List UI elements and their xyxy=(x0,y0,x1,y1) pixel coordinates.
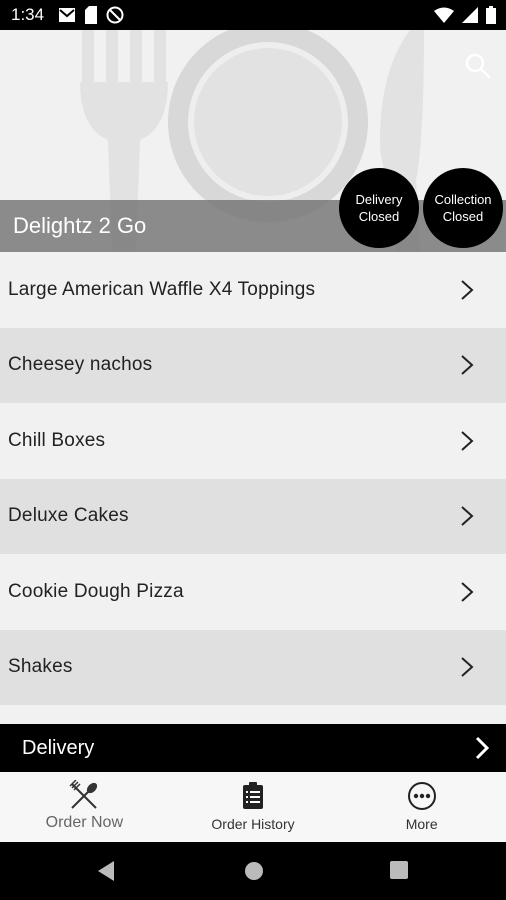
menu-item[interactable]: Chill Boxes xyxy=(0,403,506,479)
tab-label: More xyxy=(405,816,438,832)
chevron-right-icon xyxy=(461,657,474,677)
status-bar: 1:34 xyxy=(0,0,506,30)
search-icon xyxy=(465,53,491,79)
system-nav-bar xyxy=(0,842,506,900)
menu-item[interactable]: Shakes xyxy=(0,629,506,705)
chevron-right-icon xyxy=(461,506,474,526)
tab-label: Order Now xyxy=(45,814,124,831)
clipboard-icon xyxy=(243,782,263,809)
battery-icon xyxy=(486,6,496,24)
recents-icon[interactable] xyxy=(389,860,409,880)
delivery-mode-label: Delivery xyxy=(22,737,95,759)
cutlery-icon xyxy=(69,780,98,809)
menu-item[interactable]: Cheesey nachos xyxy=(0,327,506,403)
menu-item-label: Shakes xyxy=(8,656,73,678)
collection-status-badge: Collection Closed xyxy=(423,168,503,248)
chevron-right-icon xyxy=(461,582,474,602)
menu-item-label: Large American Waffle X4 Toppings xyxy=(8,278,316,300)
chevron-right-icon xyxy=(461,280,474,300)
menu-item-label: Cookie Dough Pizza xyxy=(8,580,184,602)
menu-item[interactable]: Deluxe Cakes xyxy=(0,478,506,554)
delivery-status-line1: Delivery xyxy=(355,192,403,207)
wifi-icon xyxy=(434,7,454,23)
collection-status-line1: Collection xyxy=(434,192,492,207)
delivery-status-line2: Closed xyxy=(358,209,400,224)
restaurant-header: Delightz 2 Go Delivery Closed Collection… xyxy=(0,30,506,252)
search-button[interactable] xyxy=(464,52,492,80)
signal-icon xyxy=(462,7,478,23)
menu-item[interactable]: Large American Waffle X4 Toppings xyxy=(0,252,506,328)
status-icons-left xyxy=(58,6,124,24)
chevron-right-icon xyxy=(475,736,490,760)
chevron-right-icon xyxy=(461,355,474,375)
delivery-status-badge: Delivery Closed xyxy=(339,168,419,248)
menu-category-list: Large American Waffle X4 Toppings Cheese… xyxy=(0,252,506,724)
sim-icon xyxy=(85,6,97,24)
tab-order-history[interactable]: Order History xyxy=(169,772,338,842)
menu-item-label: Cheesey nachos xyxy=(8,354,153,376)
tab-label: Order History xyxy=(211,816,295,832)
more-icon xyxy=(407,782,436,810)
menu-item-label: Deluxe Cakes xyxy=(8,505,129,527)
no-disturb-icon xyxy=(106,6,124,24)
menu-item[interactable]: Cookie Dough Pizza xyxy=(0,554,506,630)
status-time: 1:34 xyxy=(11,5,45,24)
gmail-icon xyxy=(59,8,75,22)
status-icons-right xyxy=(434,6,496,24)
delivery-mode-bar[interactable]: Delivery xyxy=(0,724,506,772)
restaurant-name: Delightz 2 Go xyxy=(13,213,147,238)
tab-order-now[interactable]: Order Now xyxy=(0,772,169,842)
collection-status-line2: Closed xyxy=(442,209,484,224)
bottom-tab-bar: Order Now Order History More xyxy=(0,772,506,842)
tab-more[interactable]: More xyxy=(337,772,506,842)
chevron-right-icon xyxy=(461,431,474,451)
menu-item-label: Chill Boxes xyxy=(8,429,106,451)
home-icon[interactable] xyxy=(243,860,265,882)
back-icon[interactable] xyxy=(96,860,116,882)
